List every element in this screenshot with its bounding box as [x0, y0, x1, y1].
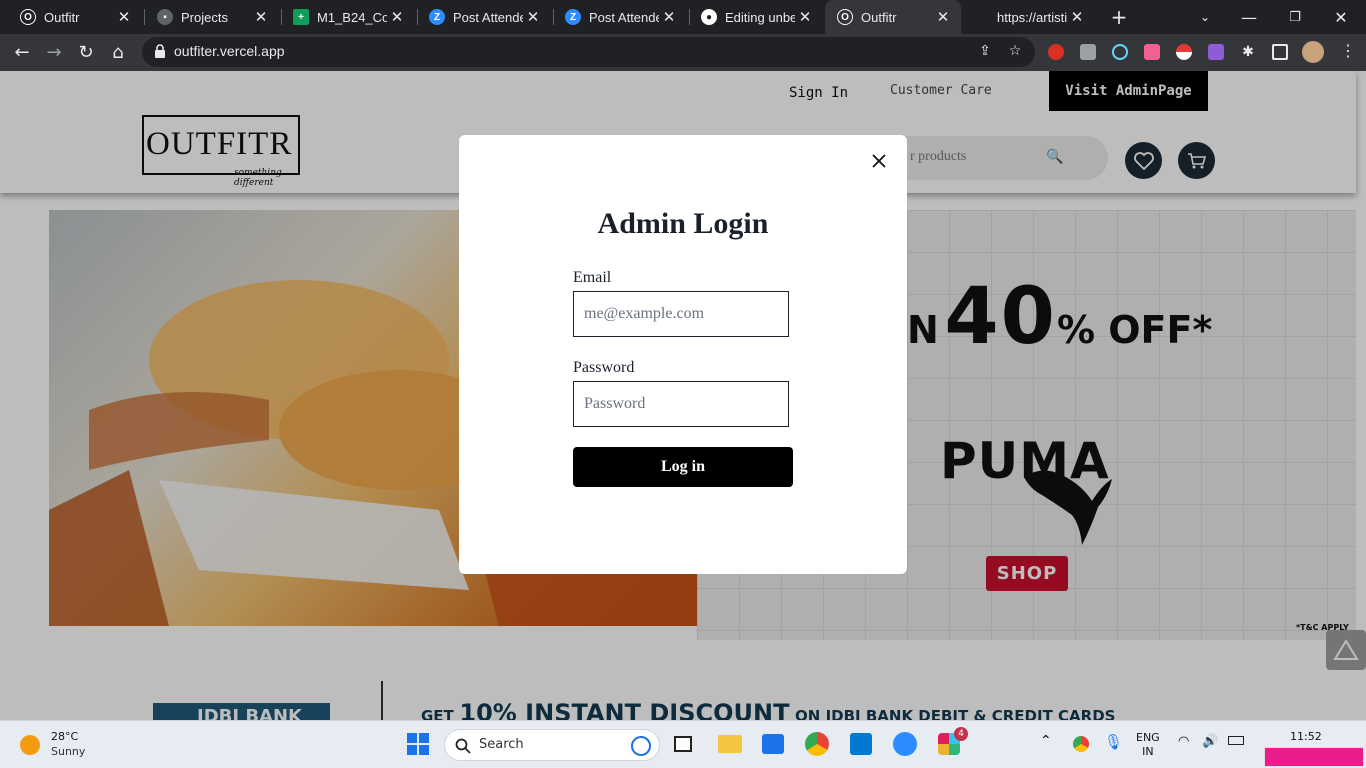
tab-title: Post Attendee — [589, 9, 659, 25]
extensions-puzzle-icon[interactable]: ✱ — [1240, 44, 1256, 60]
volume-icon[interactable]: 🔊 — [1202, 735, 1218, 749]
email-label: Email — [573, 269, 612, 286]
notification-badge: 4 — [954, 727, 968, 741]
bing-icon[interactable] — [631, 736, 651, 756]
language-code: ENG — [1136, 731, 1160, 744]
notification-preview-thumbnail[interactable] — [1264, 747, 1364, 767]
extension-purple-icon[interactable] — [1208, 44, 1224, 60]
tab-github[interactable]: ● Editing unbe ✕ — [689, 0, 823, 34]
admin-login-modal: Admin Login Email Password Log in — [459, 135, 907, 574]
windows-taskbar: 28°C Sunny Search 4 ⌃ 🎙 ENG IN ◠ 🔊 11:52 — [0, 720, 1366, 768]
sun-icon — [20, 735, 40, 755]
microphone-icon[interactable]: 🎙 — [1104, 735, 1123, 750]
outfitr-icon: O — [20, 9, 36, 25]
show-hidden-icons-chevron-icon[interactable]: ⌃ — [1040, 734, 1052, 748]
github-icon: ● — [701, 9, 717, 25]
zoom-app-icon[interactable] — [890, 729, 920, 759]
taskbar-search-input[interactable]: Search — [444, 729, 660, 761]
tab-title: M1_B24_Cons — [317, 9, 387, 25]
login-button[interactable]: Log in — [573, 447, 793, 487]
close-icon[interactable] — [867, 149, 891, 173]
tab-zoom-1[interactable]: Z Post Attendee ✕ — [417, 0, 551, 34]
microsoft-store-icon[interactable] — [758, 729, 788, 759]
chrome-icon[interactable] — [802, 729, 832, 759]
email-field[interactable] — [573, 291, 789, 337]
bookmark-star-icon[interactable]: ☆ — [1006, 43, 1024, 61]
windows-start-icon[interactable] — [403, 729, 433, 759]
extension-pink-icon[interactable] — [1144, 44, 1160, 60]
vscode-icon[interactable] — [846, 729, 876, 759]
tab-outfitr-1[interactable]: O Outfitr ✕ — [8, 0, 142, 34]
close-icon[interactable]: ✕ — [523, 8, 543, 26]
profile-avatar[interactable] — [1302, 41, 1324, 63]
password-field[interactable] — [573, 381, 789, 427]
close-icon[interactable]: ✕ — [795, 8, 815, 26]
weather-temp: 28°C — [51, 730, 79, 743]
blank-icon — [973, 9, 989, 25]
address-bar[interactable]: outfiter.vercel.app ⇪ ☆ — [142, 37, 1035, 67]
close-icon[interactable]: ✕ — [659, 8, 679, 26]
home-icon[interactable]: ⌂ — [104, 38, 132, 66]
share-icon[interactable]: ⇪ — [976, 43, 994, 61]
close-icon[interactable]: ✕ — [251, 8, 271, 26]
language-region: IN — [1142, 745, 1154, 758]
outfitr-icon: O — [837, 9, 853, 25]
password-label: Password — [573, 359, 635, 376]
minimize-icon[interactable]: — — [1238, 0, 1260, 34]
more-menu-icon[interactable]: ⋮ — [1340, 43, 1356, 60]
react-devtools-icon[interactable] — [1112, 44, 1128, 60]
tab-sheets[interactable]: + M1_B24_Cons ✕ — [281, 0, 415, 34]
tab-title: Projects — [181, 9, 228, 25]
back-icon[interactable]: ← — [8, 38, 36, 66]
battery-icon[interactable] — [1228, 736, 1244, 745]
forward-icon[interactable]: → — [40, 38, 68, 66]
zoom-icon: Z — [565, 9, 581, 25]
tab-title: Outfitr — [861, 9, 897, 25]
wifi-icon[interactable]: ◠ — [1178, 735, 1189, 749]
modal-title: Admin Login — [597, 207, 769, 240]
reload-icon[interactable]: ↻ — [72, 38, 100, 66]
search-icon — [455, 738, 471, 754]
close-icon[interactable]: ✕ — [933, 8, 953, 26]
url-text: outfiter.vercel.app — [174, 43, 285, 59]
tab-projects[interactable]: ▪ Projects ✕ — [145, 0, 279, 34]
clock[interactable]: 11:52 — [1290, 730, 1322, 744]
close-icon[interactable]: ✕ — [1067, 8, 1087, 26]
extension-stop-icon[interactable] — [1048, 44, 1064, 60]
tab-outfitr-active[interactable]: O Outfitr ✕ — [825, 0, 961, 34]
side-panel-icon[interactable] — [1272, 44, 1288, 60]
window-close-icon[interactable]: ✕ — [1330, 0, 1352, 34]
pokeball-icon[interactable] — [1176, 44, 1192, 60]
tab-title: https://artistic — [997, 9, 1067, 25]
lock-icon — [155, 44, 165, 58]
tab-title: Post Attendee — [453, 9, 523, 25]
language-indicator[interactable]: ENG IN — [1136, 731, 1160, 759]
taskbar-search-label: Search — [479, 737, 524, 752]
browser-tab-bar: O Outfitr ✕ ▪ Projects ✕ + M1_B24_Cons ✕… — [0, 0, 1366, 34]
slack-icon[interactable]: 4 — [934, 727, 968, 759]
close-icon[interactable]: ✕ — [387, 8, 407, 26]
extension-gray-icon[interactable] — [1080, 44, 1096, 60]
new-tab-icon[interactable]: + — [1106, 0, 1132, 34]
chrome-tray-icon[interactable] — [1066, 729, 1096, 759]
tab-artistic[interactable]: https://artistic ✕ — [961, 0, 1095, 34]
tab-search-chevron-icon[interactable]: ⌄ — [1194, 0, 1216, 34]
restore-icon[interactable]: ❐ — [1284, 0, 1306, 34]
task-view-icon[interactable] — [668, 729, 698, 759]
website-viewport: Sign In Customer Care Visit AdminPage OU… — [0, 71, 1366, 720]
browser-toolbar: ← → ↻ ⌂ outfiter.vercel.app ⇪ ☆ ✱ ⋮ — [0, 34, 1366, 71]
close-icon[interactable]: ✕ — [114, 8, 134, 26]
tab-title: Editing unbe — [725, 9, 795, 25]
tab-zoom-2[interactable]: Z Post Attendee ✕ — [553, 0, 687, 34]
projects-icon: ▪ — [157, 9, 173, 25]
tab-title: Outfitr — [44, 9, 80, 25]
zoom-icon: Z — [429, 9, 445, 25]
file-explorer-icon[interactable] — [715, 729, 745, 759]
weather-condition: Sunny — [51, 745, 86, 758]
sheets-icon: + — [293, 9, 309, 25]
